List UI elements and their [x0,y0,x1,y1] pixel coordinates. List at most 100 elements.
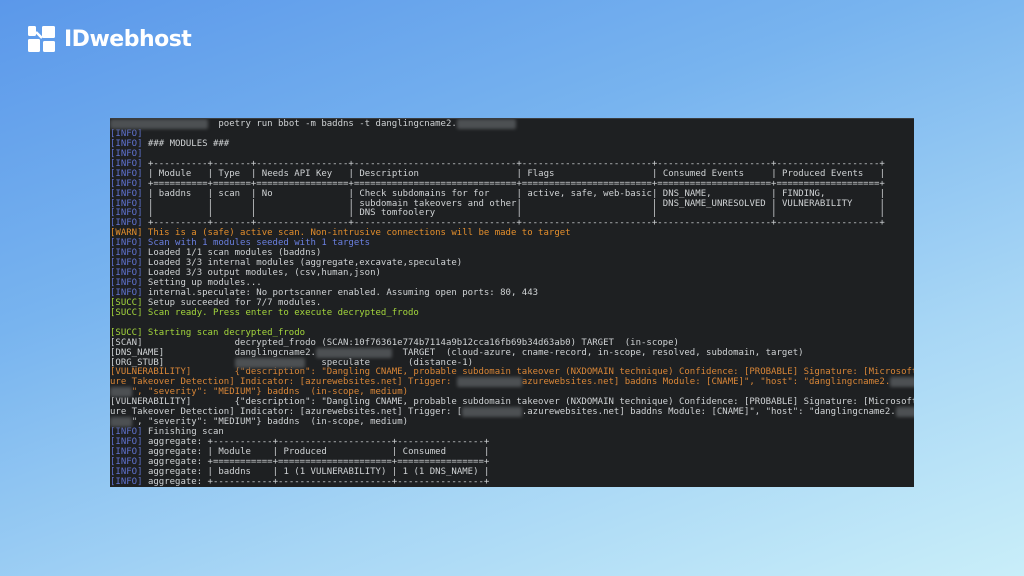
table-divider: | [879,208,885,219]
log-message: [SUCC] Starting scan decrypted_frodo [110,327,306,338]
table-prefix: aggregate: [147,476,203,487]
table-divider: | [651,198,663,209]
terminal-line: [INFO] aggregate: +-----------+---------… [110,476,914,487]
log-message: azurewebsites.net] baddns Module: [CNAME… [521,377,891,388]
brand-name: IDwebhost [64,26,192,52]
table-divider: | [207,168,219,179]
table-cell: FINDING, [782,188,826,199]
table-divider: | [391,466,403,477]
table-border: +----------+-------+-----------------+--… [147,158,885,169]
table-divider: | [771,168,783,179]
table-divider: | [207,208,219,219]
table-divider: | [483,466,490,477]
table-divider: | [147,198,159,209]
table-divider: | [651,188,663,199]
terminal-output: poetry run bbot -m baddns -t danglingcna… [110,119,914,487]
table-divider: | [250,188,262,199]
table-divider: | [879,198,885,209]
log-tag: [INFO] [110,218,143,229]
table-border: +-----------+---------------------+-----… [207,437,490,447]
table-divider: | [771,188,783,199]
table-cell: VULNERABILITY [781,198,853,209]
log-message: [INFO] [110,248,143,259]
table-prefix: aggregate: [147,437,203,447]
table-cell: subdomain takeovers and other [359,198,517,209]
log-text: [DNS_NAME] danglingcname2. [110,347,316,358]
log-text: poetry run bbot -m baddns -t danglingcna… [207,119,457,129]
table-cell: baddns [158,188,192,199]
log-message: ", "severity": "MEDIUM"} baddns (in-scop… [131,387,409,398]
idwebhost-logo-icon [28,26,56,52]
redacted-text [110,119,208,129]
log-tag: [INFO] [110,466,143,477]
terminal-window[interactable]: poetry run bbot -m baddns -t danglingcna… [110,118,914,487]
log-tag: [INFO] [110,178,143,189]
table-cell: 1 (1 DNS_NAME) [402,466,479,477]
log-message: [VULNERABILITY] {"description": "Danglin… [110,367,914,378]
table-divider: | [207,466,219,477]
log-text: Loaded 3/3 internal modules (aggregate,e… [142,258,463,269]
log-text: [ORG_STUB] [110,357,235,368]
terminal-line: ", "severity": "MEDIUM"} baddns (in-scop… [110,417,914,428]
table-header-cell: Produced Events [782,168,864,179]
table-header-cell: Produced [283,446,327,457]
terminal-line: poetry run bbot -m baddns -t danglingcna… [110,119,914,130]
table-header-cell: Description [359,168,419,179]
table-divider: | [651,208,663,219]
log-text: Setup succeeded for 7/7 modules. [142,297,322,308]
log-message: Scan with 1 modules seeded with 1 target… [142,238,371,249]
log-text: .azurewebsites.net] baddns Module: [CNAM… [521,407,896,418]
table-header-cell: Consumed [402,446,447,457]
redacted-text [456,377,522,388]
table-cell: DNS_NAME, [662,188,712,199]
table-divider: | [516,198,528,209]
table-cell: scan [218,188,241,199]
table-divider: | [516,188,528,199]
table-divider: | [651,168,663,179]
log-message: [INFO] [110,138,143,149]
table-header-cell: Module [218,446,251,457]
table-divider: | [250,198,262,209]
redacted-text [110,387,132,398]
table-cell: 1 (1 VULNERABILITY) [283,466,387,477]
table-divider: | [147,208,159,219]
table-cell: Check subdomains for for [359,188,490,199]
log-message: [INFO] [110,268,143,279]
table-divider: | [771,198,782,209]
brand-logo: IDwebhost [28,26,192,52]
log-message: [INFO] [110,148,143,159]
table-divider: | [147,188,159,199]
table-divider: | [147,168,159,179]
log-text: Loaded 3/3 output modules, (csv,human,js… [142,268,381,279]
table-cell: baddns [218,466,251,477]
log-message: ure Takeover Detection] Indicator: [azur… [110,377,457,388]
table-divider: | [483,446,490,457]
table-header-cell: Consumed Events [662,168,745,179]
table-prefix: aggregate: [147,456,203,467]
log-text: ", "severity": "MEDIUM"} baddns (in-scop… [131,417,409,428]
table-cell: DNS_NAME_UNRESOLVED [662,198,766,209]
table-divider: | [250,208,262,219]
table-header-cell: Type [218,168,241,179]
table-divider: | [207,188,219,199]
table-divider: | [516,168,528,179]
table-divider: | [348,188,360,199]
log-message: [INFO] [110,427,143,438]
log-message: [INFO] [110,287,143,298]
table-border: +===========+=====================+=====… [207,456,490,467]
table-divider: | [879,188,885,199]
log-tag: [INFO] [110,437,143,447]
